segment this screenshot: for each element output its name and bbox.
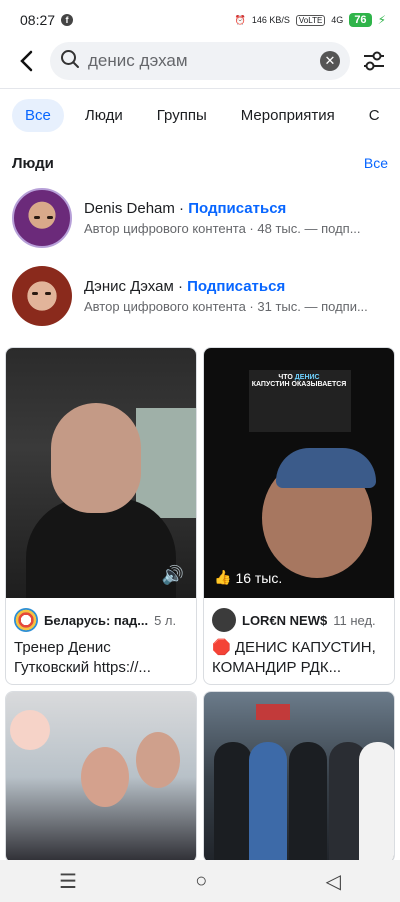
person-subtitle: Автор цифрового контента · 48 тыс. — под…: [84, 221, 361, 236]
status-bar: 08:27 f ⏰ 146 KB/S VoLTE 4G 76 ⚡: [0, 0, 400, 40]
person-name[interactable]: Дэнис Дэхам: [84, 278, 174, 295]
home-icon[interactable]: ○: [195, 870, 207, 893]
search-header: ✕: [0, 40, 400, 82]
search-icon: [60, 49, 80, 74]
people-section-header: Люди Все: [0, 151, 400, 175]
video-thumbnail[interactable]: ЧТО ДЕНИС КАПУСТИН ОКАЗЫВАЕТСЯ 👍 16 тыс.: [204, 348, 394, 598]
recent-apps-icon[interactable]: ☰: [59, 869, 77, 894]
post-card[interactable]: ЧТО ДЕНИС КАПУСТИН ОКАЗЫВАЕТСЯ 👍 16 тыс. …: [203, 347, 395, 685]
likes-count: 👍 16 тыс.: [214, 569, 283, 586]
signal-indicator: 4G: [331, 15, 344, 25]
search-input[interactable]: [88, 51, 312, 71]
post-card[interactable]: [203, 691, 395, 863]
facebook-notification-icon: f: [61, 14, 74, 26]
person-subtitle: Автор цифрового контента · 31 тыс. — под…: [84, 299, 368, 314]
tab-people[interactable]: Люди: [72, 99, 136, 132]
clear-search-icon[interactable]: ✕: [320, 51, 340, 71]
follow-button[interactable]: Подписаться: [187, 278, 285, 295]
video-thumbnail[interactable]: 🔊: [6, 348, 196, 598]
source-logo: [212, 608, 236, 632]
follow-button[interactable]: Подписаться: [188, 200, 286, 217]
tab-events[interactable]: Мероприятия: [228, 99, 348, 132]
tab-more[interactable]: С: [356, 99, 393, 132]
system-nav-bar: ☰ ○ ◁: [0, 860, 400, 902]
post-card[interactable]: 🔊 Беларусь: пад... 5 л. Тренер Денис Гут…: [5, 347, 197, 685]
charging-icon: ⚡: [377, 13, 386, 27]
video-caption: ЧТО ДЕНИС КАПУСТИН ОКАЗЫВАЕТСЯ: [251, 374, 347, 388]
search-box[interactable]: ✕: [50, 42, 350, 80]
filter-settings-icon[interactable]: [360, 51, 388, 71]
post-title[interactable]: Тренер Денис Гутковский https://...: [6, 636, 196, 684]
post-thumbnail[interactable]: [204, 692, 394, 862]
net-speed: 146 KB/S: [251, 15, 290, 25]
separator: ·: [174, 200, 189, 217]
post-time: 5 л.: [154, 612, 177, 628]
alarm-icon: ⏰: [234, 14, 246, 25]
battery-badge: 76: [349, 13, 372, 27]
see-all-link[interactable]: Все: [364, 155, 388, 171]
source-name[interactable]: Беларусь: пад...: [44, 613, 148, 628]
separator: ·: [173, 278, 188, 295]
source-logo: [14, 608, 38, 632]
section-title: Люди: [12, 154, 54, 172]
post-card[interactable]: [5, 691, 197, 863]
back-nav-icon[interactable]: ◁: [326, 869, 341, 894]
tab-all[interactable]: Все: [12, 98, 64, 132]
volume-icon[interactable]: 🔊: [162, 565, 184, 586]
post-time: 11 нед.: [333, 612, 376, 628]
avatar[interactable]: [12, 188, 72, 248]
thumbs-up-icon: 👍: [214, 569, 232, 585]
avatar[interactable]: [12, 266, 72, 326]
volte-badge: VoLTE: [295, 14, 326, 26]
tab-groups[interactable]: Группы: [144, 99, 220, 132]
source-name[interactable]: LOR€N NEW$: [242, 613, 327, 628]
filter-tabs: Все Люди Группы Мероприятия С: [0, 89, 400, 141]
person-result[interactable]: Denis Deham · Подписаться Автор цифровог…: [0, 179, 400, 257]
gavel-icon: [10, 710, 50, 750]
post-title[interactable]: 🛑 ДЕНИС КАПУСТИН, КОМАНДИР РДК...: [204, 636, 394, 684]
person-result[interactable]: Дэнис Дэхам · Подписаться Автор цифровог…: [0, 257, 400, 335]
back-arrow-icon[interactable]: [12, 50, 40, 72]
status-time: 08:27: [20, 12, 56, 28]
post-thumbnail[interactable]: [6, 692, 196, 862]
person-name[interactable]: Denis Deham: [84, 200, 175, 217]
posts-grid: 🔊 Беларусь: пад... 5 л. Тренер Денис Гут…: [0, 347, 400, 863]
